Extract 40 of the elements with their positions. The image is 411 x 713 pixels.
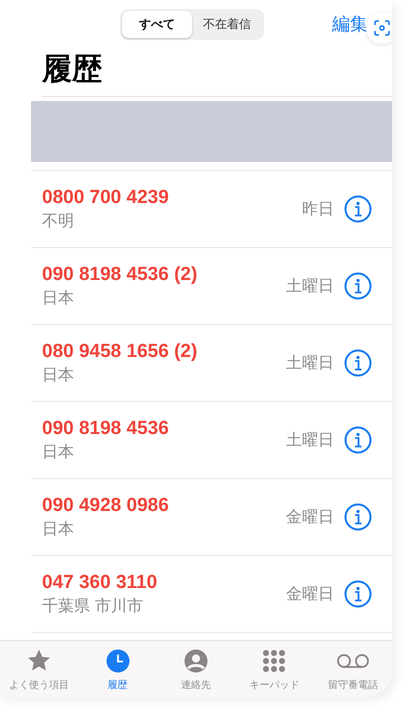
clock-icon [106, 648, 130, 672]
call-location: 日本 [42, 364, 75, 386]
info-icon[interactable] [344, 195, 372, 223]
keypad-icon [262, 648, 286, 672]
phone-number: 0800 700 4239 [42, 186, 170, 208]
call-date: 土曜日 [286, 430, 334, 450]
voicemail-icon [336, 652, 370, 668]
phone-number: 090 4928 0986 [42, 494, 170, 516]
star-icon [26, 648, 52, 673]
tab-bar-item[interactable]: よく使う項目 [0, 645, 78, 697]
call-date: 昨日 [302, 198, 334, 220]
call-location: 日本 [42, 442, 75, 462]
call-date: 金曜日 [286, 506, 334, 528]
info-icon[interactable] [344, 349, 372, 377]
call-date: 土曜日 [286, 276, 334, 296]
info-icon[interactable] [344, 272, 372, 300]
call-date: 金曜日 [286, 584, 334, 604]
scan-icon [374, 20, 390, 36]
call-location: 日本 [42, 518, 75, 540]
edit-button[interactable]: 編集 [332, 12, 368, 36]
tab-bar-item[interactable]: 留守番電話 [314, 645, 392, 697]
call-location: 不明 [42, 210, 75, 232]
call-date: 土曜日 [286, 352, 334, 374]
phone-number: 080 9458 1656 (2) [42, 340, 198, 362]
tab-bar-item[interactable]: 履歴 [78, 645, 157, 697]
tab-bar-item[interactable]: キーパッド [235, 645, 314, 697]
segment-tab[interactable]: 不在着信 [192, 10, 262, 38]
info-icon[interactable] [344, 503, 372, 531]
info-icon[interactable] [344, 426, 372, 454]
phone-number: 090 8198 4536 (2) [42, 264, 198, 286]
call-location: 千葉県 市川市 [42, 596, 144, 616]
info-icon[interactable] [344, 580, 372, 608]
scan-button[interactable] [366, 12, 392, 44]
person-icon [184, 648, 208, 672]
phone-number: 090 8198 4536 [42, 418, 170, 440]
call-location: 日本 [42, 288, 75, 308]
page-title: 履歴 [42, 51, 103, 89]
segment-tab[interactable]: すべて [122, 10, 192, 38]
tab-bar-item[interactable]: 連絡先 [156, 645, 236, 697]
phone-number: 047 360 3110 [42, 572, 158, 594]
